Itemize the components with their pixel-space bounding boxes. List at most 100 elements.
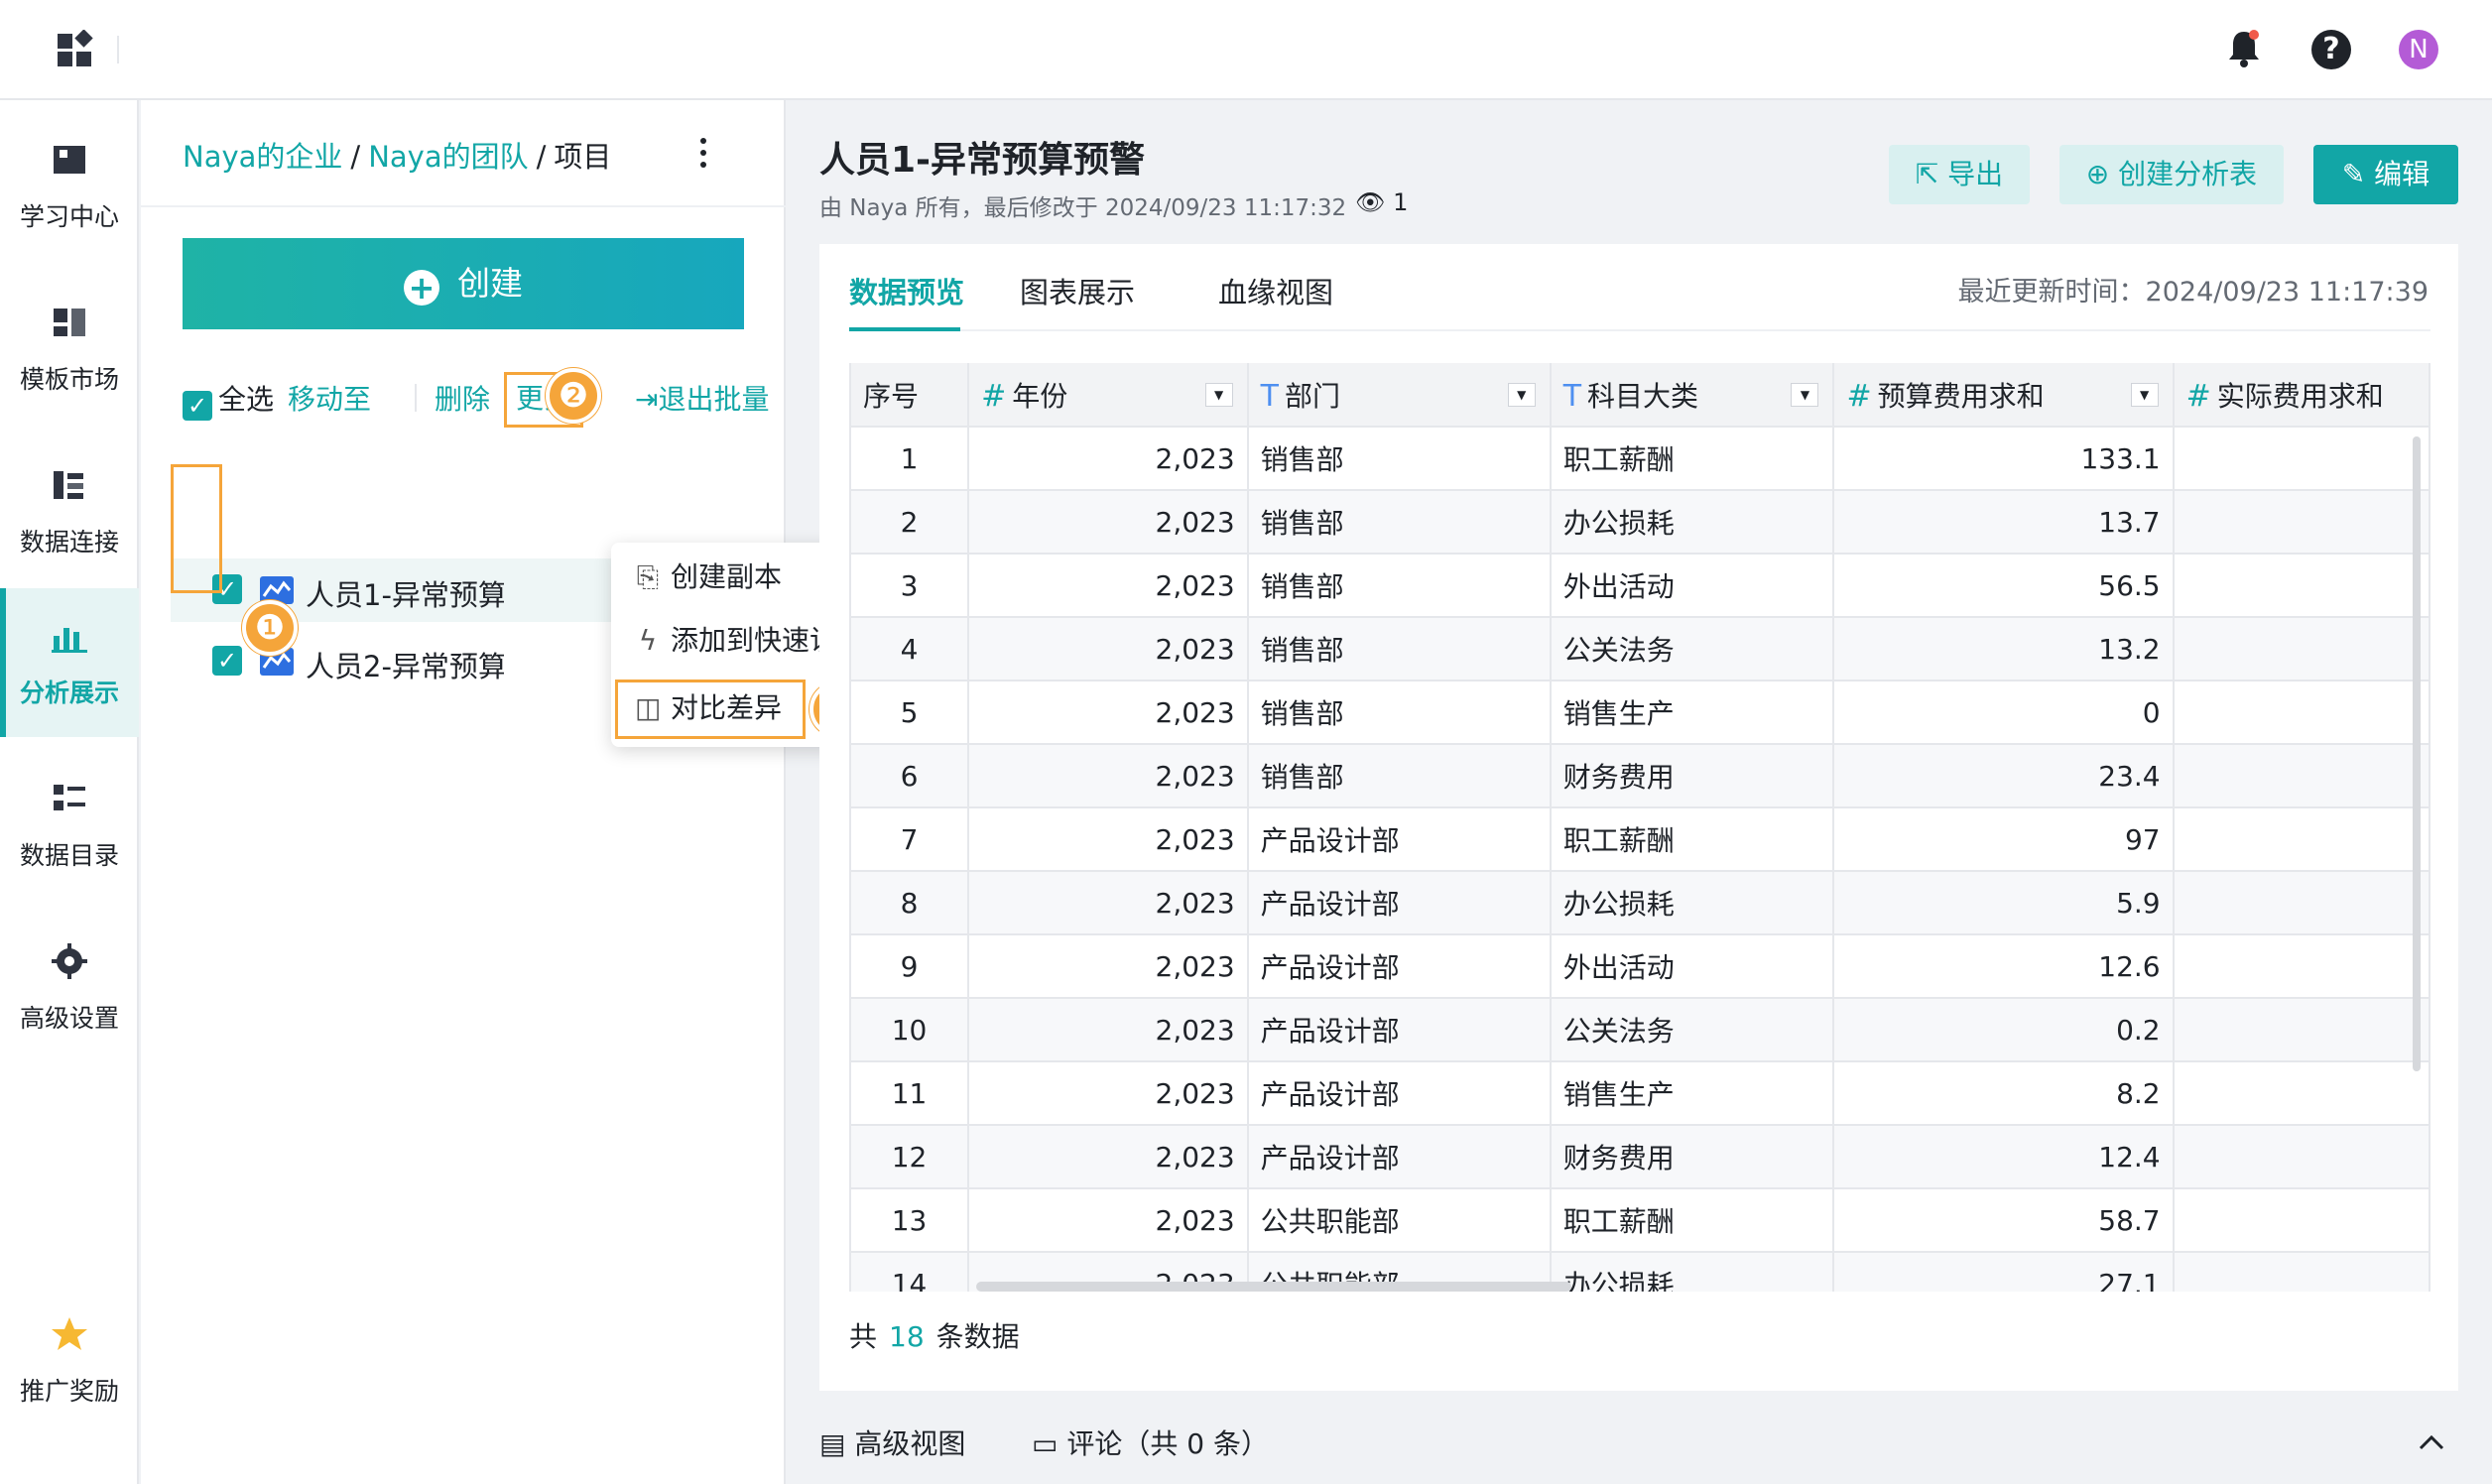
bottom-bar: ▤ 高级视图 ▭ 评论（共 0 条）	[819, 1422, 2458, 1472]
nav-label: 数据目录	[19, 841, 119, 870]
department-cell: 销售部	[1247, 427, 1552, 491]
category-cell: 职工薪酬	[1550, 427, 1835, 491]
project-panel: Naya的企业 / Naya的团队 / 项目 + 创建 ✓ 全选 移动至 删除 更多 ⇥退出…	[141, 100, 917, 1484]
nav-item-rewards[interactable]: 推广奖励	[0, 1287, 139, 1435]
category-cell: 公关法务	[1550, 617, 1835, 681]
budget-cell: 97	[1833, 807, 2175, 872]
total-prefix: 共	[849, 1320, 878, 1353]
dropdown-icon[interactable]: ▼	[1791, 383, 1819, 407]
comment-icon: ▭	[1032, 1427, 1067, 1460]
actual-cell	[2173, 1125, 2430, 1189]
nav-item-templates[interactable]: 模板市场	[0, 275, 139, 424]
exit-batch-label: 退出批量	[658, 383, 770, 416]
breadcrumb-org[interactable]: Naya的企业	[183, 140, 342, 174]
highlight-frame	[171, 464, 222, 593]
menu-item-compare[interactable]: ◫ 对比差异	[635, 683, 782, 733]
table-row[interactable]: 5 2,023 销售部 销售生产 0	[851, 680, 2430, 745]
column-header[interactable]: T 部门 ▼	[1247, 363, 1552, 428]
nav-item-learning[interactable]: 学习中心	[0, 112, 139, 261]
exit-icon: ⇥	[635, 383, 659, 416]
breadcrumb-team[interactable]: Naya的团队	[368, 140, 528, 174]
dropdown-icon[interactable]: ▼	[1507, 383, 1536, 407]
table-row[interactable]: 8 2,023 产品设计部 办公损耗 5.9	[851, 871, 2430, 935]
tab-charts[interactable]: 图表展示	[1020, 270, 1135, 311]
nav-item-catalog[interactable]: 数据目录	[0, 751, 139, 900]
number-type-icon: #	[2185, 378, 2211, 414]
horizontal-scrollbar[interactable]	[976, 1282, 1571, 1292]
divider	[415, 384, 417, 412]
bell-icon[interactable]	[2226, 28, 2262, 69]
column-header[interactable]: # 实际费用求和	[2173, 363, 2430, 428]
department-cell: 销售部	[1247, 744, 1552, 808]
avatar[interactable]: N	[2399, 30, 2438, 69]
nav-item-analysis[interactable]: 分析展示	[0, 588, 139, 737]
column-label: 实际费用求和	[2216, 379, 2384, 413]
category-cell: 职工薪酬	[1550, 807, 1835, 872]
tab-preview[interactable]: 数据预览	[849, 270, 964, 311]
category-cell: 外出活动	[1550, 934, 1835, 999]
comments-button[interactable]: ▭ 评论（共 0 条）	[1032, 1422, 1269, 1462]
advanced-view-button[interactable]: ▤ 高级视图	[819, 1422, 965, 1462]
table-row[interactable]: 3 2,023 销售部 外出活动 56.5	[851, 554, 2430, 618]
nav-item-data-connect[interactable]: 数据连接	[0, 437, 139, 586]
column-header[interactable]: 序号	[851, 363, 970, 428]
table-row[interactable]: 2 2,023 销售部 办公损耗 13.7	[851, 490, 2430, 555]
category-cell: 财务费用	[1550, 744, 1835, 808]
table-row[interactable]: 4 2,023 销售部 公关法务 13.2	[851, 617, 2430, 681]
table-row[interactable]: 13 2,023 公共职能部 职工薪酬 58.7	[851, 1188, 2430, 1253]
table-row[interactable]: 9 2,023 产品设计部 外出活动 12.6	[851, 934, 2430, 999]
more-vertical-icon[interactable]	[696, 136, 710, 170]
table-row[interactable]: 6 2,023 销售部 财务费用 23.4	[851, 744, 2430, 808]
column-label: 年份	[1012, 379, 1068, 413]
row-index: 9	[851, 934, 970, 999]
table-row[interactable]: 1 2,023 销售部 职工薪酬 133.1	[851, 427, 2430, 491]
year-cell: 2,023	[968, 427, 1249, 491]
total-count: 18	[889, 1320, 925, 1353]
catalog-icon	[54, 785, 85, 810]
menu-item-copy[interactable]: ⎘ 创建副本	[635, 553, 782, 602]
year-cell: 2,023	[968, 934, 1249, 999]
year-cell: 2,023	[968, 1061, 1249, 1126]
total-suffix: 条数据	[935, 1320, 1020, 1353]
edit-button[interactable]: ✎ 编辑	[2313, 145, 2458, 204]
row-index: 2	[851, 490, 970, 555]
budget-cell: 58.7	[1833, 1188, 2175, 1253]
department-cell: 产品设计部	[1247, 934, 1552, 999]
category-cell: 财务费用	[1550, 1125, 1835, 1189]
exit-batch-button[interactable]: ⇥退出批量	[635, 378, 769, 418]
actual-cell	[2173, 1061, 2430, 1126]
app-grid-icon[interactable]	[56, 30, 95, 69]
help-icon[interactable]: ?	[2311, 30, 2351, 69]
row-index: 1	[851, 427, 970, 491]
nav-label: 高级设置	[19, 1004, 119, 1033]
move-button[interactable]: 移动至	[288, 378, 371, 418]
export-button[interactable]: ⇱ 导出	[1889, 145, 2030, 204]
table-row[interactable]: 11 2,023 产品设计部 销售生产 8.2	[851, 1061, 2430, 1126]
table-row[interactable]: 7 2,023 产品设计部 职工薪酬 97	[851, 807, 2430, 872]
budget-cell: 5.9	[1833, 871, 2175, 935]
create-analysis-button[interactable]: ⊕ 创建分析表	[2059, 145, 2284, 204]
vertical-scrollbar[interactable]	[2413, 436, 2421, 1071]
row-index: 7	[851, 807, 970, 872]
create-button[interactable]: + 创建	[183, 238, 744, 329]
row-index: 13	[851, 1188, 970, 1253]
last-updated: 最近更新时间：2024/09/23 11:17:39	[1957, 277, 2429, 308]
row-index: 6	[851, 744, 970, 808]
chevron-up-icon[interactable]	[2419, 1434, 2444, 1450]
table-row[interactable]: 12 2,023 产品设计部 财务费用 12.4	[851, 1125, 2430, 1189]
table-row[interactable]: 10 2,023 产品设计部 公关法务 0.2	[851, 998, 2430, 1062]
column-header[interactable]: # 预算费用求和 ▼	[1833, 363, 2175, 428]
actual-cell	[2173, 934, 2430, 999]
dropdown-icon[interactable]: ▼	[1204, 383, 1233, 407]
delete-button[interactable]: 删除	[435, 378, 490, 418]
select-all-checkbox[interactable]: ✓ 全选	[183, 378, 274, 421]
column-header[interactable]: # 年份 ▼	[968, 363, 1249, 428]
nav-item-settings[interactable]: 高级设置	[0, 914, 139, 1062]
column-header[interactable]: T 科目大类 ▼	[1550, 363, 1835, 428]
tab-lineage[interactable]: 血缘视图	[1218, 270, 1333, 311]
row-checkbox[interactable]: ✓	[212, 646, 242, 676]
breadcrumb-sep: /	[536, 140, 547, 174]
dropdown-icon[interactable]: ▼	[2130, 383, 2159, 407]
budget-cell: 13.2	[1833, 617, 2175, 681]
actual-cell	[2173, 554, 2430, 618]
